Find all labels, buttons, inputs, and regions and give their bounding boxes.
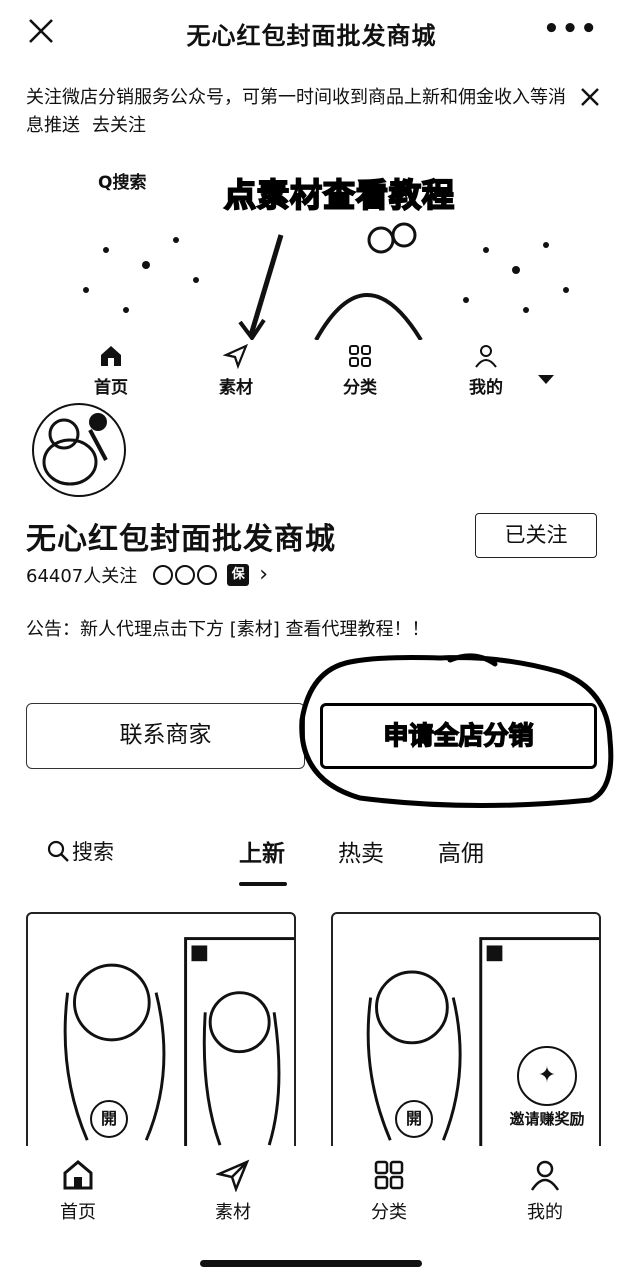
product-tabs: 搜索 上新 热卖 高佣: [0, 828, 623, 888]
product-card[interactable]: 開: [26, 912, 296, 1152]
follower-count: 64407人关注: [26, 566, 138, 587]
mini-nav-mine: 我的: [446, 343, 526, 398]
mini-nav-category: 分类: [320, 343, 400, 398]
product-card[interactable]: 開 ✦ 邀请赚奖励: [331, 912, 601, 1152]
shop-meta: 64407人关注 保 ›: [26, 562, 268, 588]
followed-button[interactable]: 已关注: [475, 513, 597, 558]
shop-rating-badges: [153, 565, 218, 585]
tab-search-label: 搜索: [72, 840, 114, 864]
mini-nav-label: 素材: [219, 378, 253, 398]
mini-nav-label: 分类: [343, 378, 377, 398]
invite-label: 邀请赚奖励: [509, 1110, 585, 1128]
nav-label: 我的: [527, 1202, 563, 1223]
top-bar: 无心红包封面批发商城 •••: [0, 0, 623, 64]
nav-category[interactable]: 分类: [344, 1158, 434, 1224]
paper-plane-icon: [216, 1159, 250, 1192]
open-badge: 開: [395, 1100, 433, 1138]
user-icon: [530, 1160, 560, 1191]
mini-nav-label: 我的: [469, 378, 503, 398]
nav-label: 首页: [60, 1202, 96, 1223]
tab-search[interactable]: 搜索: [46, 836, 114, 866]
home-icon: [101, 346, 121, 366]
nav-mine[interactable]: 我的: [500, 1158, 590, 1224]
active-tab-indicator: [239, 882, 287, 886]
user-icon: [475, 345, 497, 368]
tab-new[interactable]: 上新: [239, 834, 285, 868]
mini-nav-material: 素材: [196, 343, 276, 398]
bottom-nav: 首页 素材 分类 我的: [0, 1146, 623, 1246]
grid-icon: [374, 1160, 404, 1190]
rating-icon: [175, 565, 196, 585]
home-indicator[interactable]: [200, 1260, 422, 1267]
rating-icon: [153, 565, 174, 585]
banner-mini-nav: 首页 素材 分类 我的: [26, 343, 597, 403]
nav-label: 素材: [215, 1202, 251, 1223]
notice-close-icon[interactable]: [579, 86, 601, 108]
nav-material[interactable]: 素材: [188, 1158, 278, 1224]
follow-link[interactable]: 去关注: [92, 115, 146, 136]
apply-distribution-button[interactable]: 申请全店分销: [320, 703, 597, 769]
search-icon: [47, 840, 69, 862]
product-image: [63, 937, 294, 1150]
contact-seller-button[interactable]: 联系商家: [26, 703, 305, 769]
invite-reward-button[interactable]: ✦ 邀请赚奖励: [501, 1046, 593, 1129]
open-badge: 開: [90, 1100, 128, 1138]
grid-icon: [349, 345, 371, 367]
home-icon: [63, 1160, 93, 1190]
paper-plane-icon: [223, 343, 249, 369]
banner-artwork: [83, 222, 569, 340]
rating-icon: [197, 565, 218, 585]
dropdown-arrow-icon: [538, 375, 554, 384]
shop-banner: Q搜索 点素材查看教程 首页 素材 分类 我的: [26, 150, 597, 500]
mini-nav-home: 首页: [71, 343, 151, 398]
announcement: 公告：新人代理点击下方 [素材] 查看代理教程！！: [26, 619, 430, 640]
shop-avatar: [32, 403, 126, 497]
shop-name: 无心红包封面批发商城: [26, 522, 336, 557]
banner-search-hint: Q搜索: [98, 173, 147, 193]
more-options-icon[interactable]: •••: [543, 16, 599, 42]
tab-hot[interactable]: 热卖: [338, 834, 384, 868]
chevron-right-icon[interactable]: ›: [259, 564, 268, 586]
guarantee-badge: 保: [227, 564, 250, 586]
nav-label: 分类: [371, 1202, 407, 1223]
nav-home[interactable]: 首页: [33, 1158, 123, 1224]
tab-high-commission[interactable]: 高佣: [438, 834, 484, 868]
mini-nav-label: 首页: [94, 378, 128, 398]
gift-icon: ✦: [517, 1046, 577, 1106]
follow-notice: 关注微店分销服务公众号，可第一时间收到商品上新和佣金收入等消息推送 去关注: [26, 84, 574, 140]
page-title: 无心红包封面批发商城: [186, 22, 437, 50]
